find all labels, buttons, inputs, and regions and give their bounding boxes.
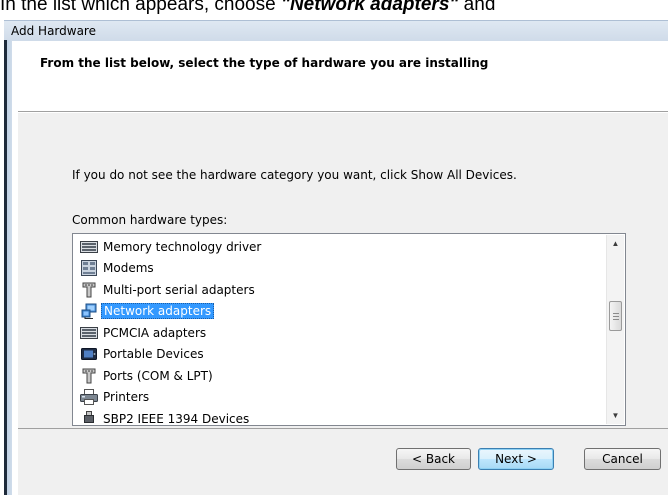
- list-item-label: Modems: [103, 261, 154, 276]
- modem-icon: [80, 260, 98, 277]
- list-item-ports-com-lpt[interactable]: Ports (COM & LPT): [75, 365, 601, 387]
- back-button[interactable]: < Back: [396, 448, 471, 470]
- usb-plug-icon: [80, 410, 98, 423]
- window-title: Add Hardware: [11, 24, 96, 38]
- scroll-thumb-grip: [613, 313, 619, 314]
- wizard-header: From the list below, select the type of …: [18, 41, 668, 111]
- wizard-content: If you do not see the hardware category …: [18, 113, 668, 428]
- list-item-label: Portable Devices: [103, 347, 204, 362]
- hardware-types-listbox[interactable]: Memory technology driver Modems Multi-po…: [72, 233, 626, 426]
- hardware-types-list: Memory technology driver Modems Multi-po…: [75, 236, 601, 423]
- list-item-label: Multi-port serial adapters: [103, 282, 255, 297]
- pcmcia-card-icon: [80, 325, 98, 341]
- network-adapter-icon: [80, 303, 98, 320]
- list-item-memory-technology-driver[interactable]: Memory technology driver: [75, 236, 601, 258]
- port-icon: [80, 368, 98, 384]
- show-all-devices-hint: If you do not see the hardware category …: [72, 168, 517, 182]
- portable-device-icon: [80, 346, 98, 362]
- list-label: Common hardware types:: [72, 213, 228, 227]
- list-item-label: Memory technology driver: [103, 239, 262, 254]
- list-item-network-adapters[interactable]: Network adapters: [75, 301, 601, 323]
- list-item-label: PCMCIA adapters: [103, 325, 207, 340]
- list-item-printers[interactable]: Printers: [75, 387, 601, 409]
- list-item-portable-devices[interactable]: Portable Devices: [75, 344, 601, 366]
- scroll-thumb-grip: [613, 319, 619, 320]
- list-item-label: SBP2 IEEE 1394 Devices: [103, 411, 250, 423]
- serial-port-icon: [80, 282, 98, 298]
- title-bar[interactable]: Add Hardware: [4, 20, 668, 41]
- cancel-button[interactable]: Cancel: [584, 448, 661, 470]
- page-caption: In the list which appears, choose "Netwo…: [0, 0, 668, 20]
- printer-icon: [80, 389, 98, 406]
- caption-suffix: and: [458, 0, 496, 15]
- wizard-footer: < Back Next > Cancel: [18, 429, 668, 495]
- list-item-label: Ports (COM & LPT): [103, 368, 213, 383]
- scroll-down-arrow-icon[interactable]: ▼: [607, 407, 624, 424]
- vertical-scrollbar[interactable]: ▲ ▼: [606, 235, 624, 424]
- header-instruction: From the list below, select the type of …: [40, 56, 489, 70]
- list-item-modems[interactable]: Modems: [75, 258, 601, 280]
- list-item-label: Network adapters: [101, 303, 215, 320]
- add-hardware-dialog: Add Hardware From the list below, select…: [4, 20, 668, 495]
- scroll-up-arrow-icon[interactable]: ▲: [607, 235, 624, 252]
- list-item-sbp2-ieee-1394-devices[interactable]: SBP2 IEEE 1394 Devices: [75, 408, 601, 423]
- list-item-label: Printers: [103, 390, 150, 405]
- window-frame-edge: [4, 40, 7, 495]
- scroll-thumb[interactable]: [609, 301, 622, 331]
- memory-device-icon: [80, 239, 98, 255]
- scroll-thumb-grip: [613, 316, 619, 317]
- next-button[interactable]: Next >: [478, 448, 554, 470]
- caption-text: In the list which appears, choose: [0, 0, 281, 15]
- list-item-multi-port-serial-adapters[interactable]: Multi-port serial adapters: [75, 279, 601, 301]
- list-item-pcmcia-adapters[interactable]: PCMCIA adapters: [75, 322, 601, 344]
- caption-emphasis: "Network adapters": [280, 0, 459, 15]
